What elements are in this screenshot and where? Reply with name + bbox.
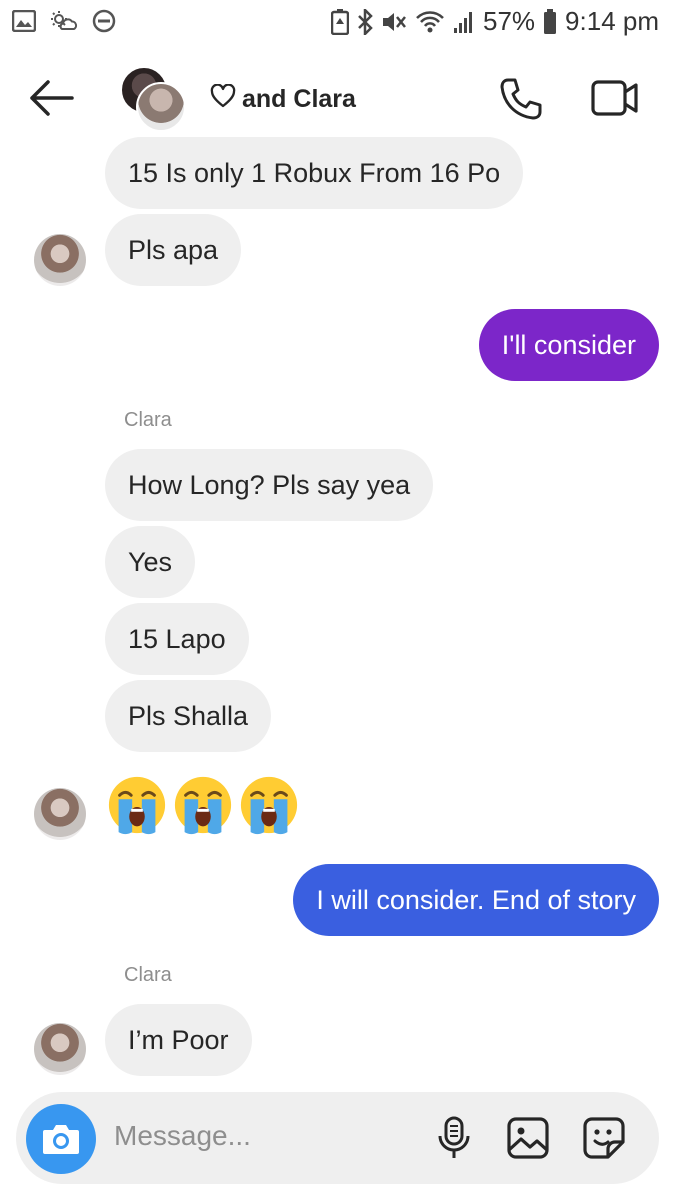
loudly-crying-face-icon (108, 776, 166, 835)
weather-notification-icon (50, 10, 78, 32)
bluetooth-icon (357, 8, 373, 35)
heart-outline-icon (210, 83, 236, 115)
mute-icon (381, 10, 407, 34)
signal-icon (453, 10, 475, 34)
incoming-message-bubble[interactable]: Yes (105, 526, 196, 598)
battery-icon (543, 8, 557, 35)
contact-avatar[interactable] (34, 234, 86, 286)
status-bar: 57% 9:14 pm (0, 0, 675, 46)
incoming-message-bubble[interactable]: How Long? Pls say yea (105, 449, 434, 521)
incoming-message-bubble[interactable]: 15 Lapo (105, 603, 249, 675)
outgoing-message-bubble[interactable]: I will consider. End of story (293, 864, 659, 936)
do-not-disturb-icon (92, 9, 116, 33)
incoming-message-bubble[interactable]: 15 Is only 1 Robux From 16 Po (105, 137, 524, 209)
outgoing-message-bubble[interactable]: I'll consider (478, 309, 659, 381)
message-composer: Message... (16, 1092, 659, 1184)
message-input[interactable]: Message... (114, 1120, 251, 1152)
microphone-icon[interactable] (436, 1116, 472, 1165)
incoming-message-bubble[interactable]: Pls Shalla (105, 680, 272, 752)
gallery-notification-icon (12, 10, 36, 32)
clock: 9:14 pm (565, 6, 659, 36)
chat-title-text: and Clara (242, 85, 356, 113)
battery-percent: 57% (483, 6, 536, 36)
phone-call-icon[interactable] (498, 76, 544, 127)
video-call-icon[interactable] (590, 78, 640, 123)
group-avatar[interactable] (120, 66, 186, 132)
group-avatar-front (136, 82, 186, 132)
loudly-crying-face-icon (174, 776, 232, 835)
back-arrow-icon[interactable] (28, 78, 74, 123)
incoming-message-bubble[interactable]: I’m Poor (105, 1004, 252, 1076)
loudly-crying-face-icon (240, 776, 298, 835)
contact-avatar[interactable] (34, 788, 86, 840)
gallery-icon[interactable] (506, 1116, 550, 1165)
emoji-message[interactable] (106, 774, 300, 836)
wifi-icon (415, 10, 445, 34)
sender-name: Clara (124, 964, 172, 986)
contact-avatar[interactable] (34, 1023, 86, 1075)
camera-button[interactable] (26, 1104, 96, 1174)
chat-header: and Clara (0, 46, 675, 150)
chat-title[interactable]: and Clara (210, 83, 356, 115)
incoming-message-bubble[interactable]: Pls apa (105, 214, 242, 286)
sender-name: Clara (124, 409, 172, 431)
camera-icon (43, 1125, 79, 1154)
battery-saver-icon (331, 8, 349, 35)
sticker-icon[interactable] (582, 1116, 626, 1165)
